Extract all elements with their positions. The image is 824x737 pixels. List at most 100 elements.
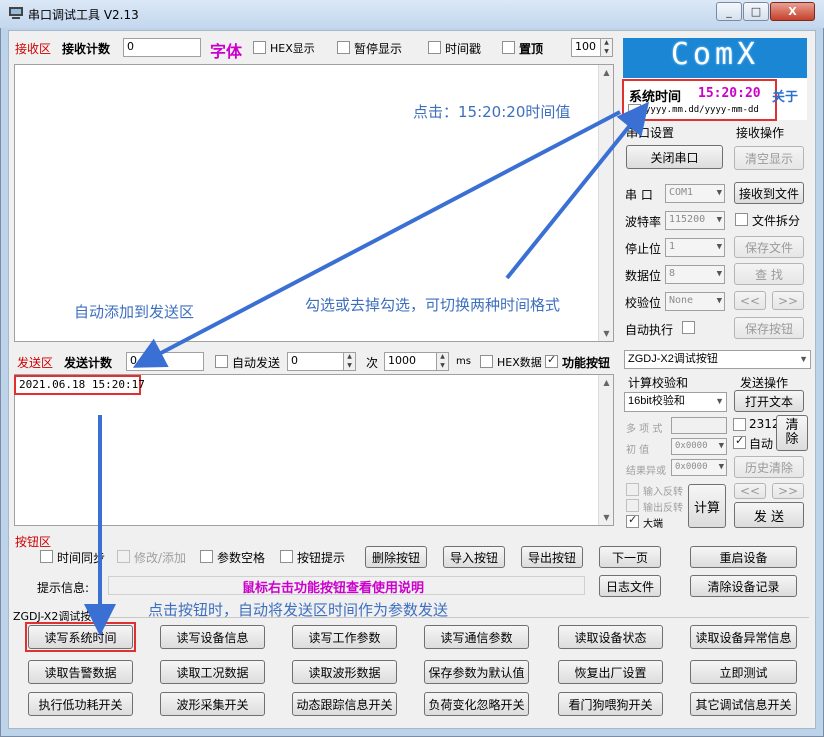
find-next-button[interactable]: >>	[772, 291, 804, 310]
debug-button[interactable]: 立即测试	[690, 660, 797, 684]
close-button[interactable]: X	[770, 2, 815, 21]
auto-send-count-field[interactable]: 0	[287, 352, 347, 371]
pause-display-checkbox[interactable]	[337, 41, 350, 54]
debug-button[interactable]: 恢复出厂设置	[558, 660, 663, 684]
parity-select[interactable]: None ▼	[665, 292, 725, 311]
find-button[interactable]: 查 找	[734, 263, 804, 285]
auto-clear-checkbox[interactable]	[733, 434, 746, 449]
auto-send-checkbox[interactable]	[215, 355, 228, 368]
minimize-button[interactable]: _	[716, 2, 742, 21]
send-count-field[interactable]: 0	[126, 352, 204, 371]
save-buttons-button[interactable]: 保存按钮	[734, 317, 804, 339]
debug-button[interactable]: 保存参数为默认值	[424, 660, 529, 684]
receive-count-field[interactable]: 0	[123, 38, 201, 57]
output-reverse-checkbox[interactable]	[626, 499, 639, 512]
send-textarea[interactable]	[14, 374, 614, 526]
debug-button[interactable]: 读取工况数据	[160, 660, 265, 684]
scroll-up-icon[interactable]: ▲	[599, 375, 614, 390]
log-file-button[interactable]: 日志文件	[599, 575, 661, 597]
spin-down-icon[interactable]: ▼	[601, 48, 612, 57]
calculate-button[interactable]: 计算	[688, 484, 726, 528]
maximize-button[interactable]: □	[743, 2, 769, 21]
receive-to-file-button[interactable]: 接收到文件	[734, 182, 804, 204]
debug-button[interactable]: 读写通信参数	[424, 625, 529, 649]
debug-button[interactable]: 看门狗喂狗开关	[558, 692, 663, 716]
import-button-button[interactable]: 导入按钮	[443, 546, 505, 568]
big-endian-checkbox[interactable]	[626, 513, 639, 528]
systime-value[interactable]: 15:20:20	[698, 86, 761, 101]
init-select[interactable]: 0x0000 ▼	[671, 438, 727, 455]
debug-button[interactable]: 读取设备状态	[558, 625, 663, 649]
port-select[interactable]: COM1 ▼	[665, 184, 725, 203]
interval-field[interactable]: 1000	[384, 352, 440, 371]
func-buttons-checkbox[interactable]	[545, 353, 558, 368]
debug-button[interactable]: 读取波形数据	[292, 660, 397, 684]
spin-up-icon[interactable]: ▲	[344, 353, 355, 362]
modify-add-checkbox[interactable]	[117, 550, 130, 563]
data-bits-select[interactable]: 8 ▼	[665, 265, 725, 284]
debug-button[interactable]: 动态跟踪信息开关	[292, 692, 397, 716]
send-scrollbar[interactable]: ▲ ▼	[598, 375, 613, 525]
annotation-click-time: 点击：15:20:20时间值	[413, 103, 571, 121]
receive-scrollbar[interactable]: ▲ ▼	[598, 65, 613, 341]
history-clear-button[interactable]: 历史清除	[734, 456, 804, 478]
debug-button[interactable]: 读取设备异常信息	[690, 625, 797, 649]
send-next-button[interactable]: >>	[772, 483, 804, 499]
title-bar[interactable]: 串口调试工具 V2.13 _ □ X	[0, 0, 824, 28]
font-button[interactable]: 字体	[210, 38, 242, 62]
chevron-down-icon: ▼	[799, 354, 808, 364]
stop-bits-select[interactable]: 1 ▼	[665, 238, 725, 257]
scroll-down-icon[interactable]: ▼	[599, 510, 614, 525]
find-prev-button[interactable]: <<	[734, 291, 766, 310]
debug-button[interactable]: 负荷变化忽略开关	[424, 692, 529, 716]
poly-field[interactable]	[671, 417, 727, 434]
debug-button[interactable]: 其它调试信息开关	[690, 692, 797, 716]
gb2312-checkbox[interactable]	[733, 418, 746, 431]
open-text-button[interactable]: 打开文本	[734, 390, 804, 412]
time-sync-checkbox[interactable]	[40, 550, 53, 563]
spin-up-icon[interactable]: ▲	[601, 39, 612, 48]
spin-down-icon[interactable]: ▼	[344, 362, 355, 371]
next-page-button[interactable]: 下一页	[599, 546, 661, 568]
scroll-down-icon[interactable]: ▼	[599, 326, 614, 341]
func-group-select[interactable]: ZGDJ-X2调试按钮 ▼	[624, 350, 811, 369]
send-ops-label: 发送操作	[740, 376, 789, 390]
hex-display-checkbox[interactable]	[253, 41, 266, 54]
debug-button[interactable]: 执行低功耗开关	[28, 692, 133, 716]
spin-down-icon[interactable]: ▼	[437, 362, 448, 371]
clear-display-button[interactable]: 清空显示	[734, 146, 804, 170]
time-format-checkbox[interactable]	[628, 104, 641, 117]
delete-button-button[interactable]: 删除按钮	[365, 546, 427, 568]
send-button[interactable]: 发 送	[734, 502, 804, 528]
save-file-button[interactable]: 保存文件	[734, 236, 804, 258]
auto-exec-checkbox[interactable]	[682, 321, 695, 334]
interval-spinner[interactable]: ▲ ▼	[436, 352, 449, 371]
clear-send-button[interactable]: 清除	[776, 415, 808, 451]
baud-select[interactable]: 115200 ▼	[665, 211, 725, 230]
param-space-checkbox[interactable]	[200, 550, 213, 563]
input-reverse-checkbox[interactable]	[626, 483, 639, 496]
export-button-button[interactable]: 导出按钮	[521, 546, 583, 568]
close-port-button[interactable]: 关闭串口	[626, 145, 723, 169]
annotation-click-button: 点击按钮时，自动将发送区时间作为参数发送	[148, 601, 449, 619]
auto-send-spinner[interactable]: ▲ ▼	[343, 352, 356, 371]
top-value-spinner[interactable]: ▲ ▼	[600, 38, 613, 57]
file-split-checkbox[interactable]	[735, 213, 748, 226]
restart-device-button[interactable]: 重启设备	[690, 546, 797, 568]
button-hint-checkbox[interactable]	[280, 550, 293, 563]
top-checkbox[interactable]	[502, 41, 515, 54]
stop-bits-value: 1	[669, 241, 676, 252]
spin-up-icon[interactable]: ▲	[437, 353, 448, 362]
debug-button[interactable]: 波形采集开关	[160, 692, 265, 716]
timestamp-checkbox[interactable]	[428, 41, 441, 54]
debug-button[interactable]: 读写设备信息	[160, 625, 265, 649]
xor-select[interactable]: 0x0000 ▼	[671, 459, 727, 476]
clear-device-record-button[interactable]: 清除设备记录	[690, 575, 797, 597]
send-prev-button[interactable]: <<	[734, 483, 766, 499]
about-link[interactable]: 关于	[772, 86, 798, 105]
debug-button[interactable]: 读写工作参数	[292, 625, 397, 649]
scroll-up-icon[interactable]: ▲	[599, 65, 614, 80]
hex-data-checkbox[interactable]	[480, 355, 493, 368]
debug-button[interactable]: 读取告警数据	[28, 660, 133, 684]
checksum-select[interactable]: 16bit校验和 ▼	[624, 392, 727, 412]
